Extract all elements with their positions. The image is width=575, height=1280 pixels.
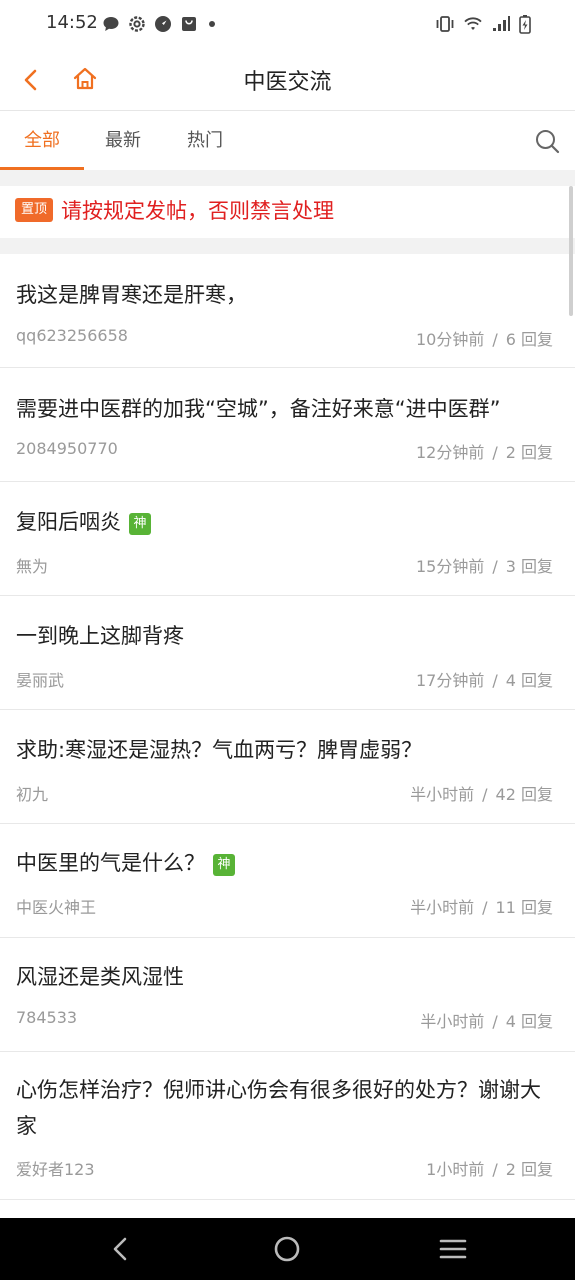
post-author: 晏丽武 — [16, 671, 65, 690]
post-title: 一到晚上这脚背疼 — [16, 624, 184, 648]
section-divider — [0, 170, 575, 186]
post-item[interactable]: 我这是脾胃寒还是肝寒， qq623256658 10分钟前/6 回复 — [0, 254, 575, 368]
pinned-text: 请按规定发帖，否则禁言处理 — [61, 199, 334, 223]
post-replies: 4 回复 — [505, 1012, 553, 1031]
post-meta: 半小时前/42 回复 — [410, 785, 553, 804]
top-app-bar: 中医交流 — [0, 48, 575, 111]
post-time: 半小时前 — [420, 1012, 485, 1031]
tab-bar: 全部 最新 热门 — [0, 111, 575, 170]
shen-badge: 神 — [129, 513, 151, 535]
nav-menu-button[interactable] — [438, 1234, 468, 1264]
compass-icon — [155, 16, 171, 32]
post-author: 中医火神王 — [16, 898, 97, 917]
section-divider — [0, 238, 575, 254]
post-title: 求助:寒湿还是湿热？气血两亏？脾胃虚弱？ — [16, 738, 423, 762]
pinned-notice[interactable]: 置顶 请按规定发帖，否则禁言处理 — [0, 186, 575, 238]
post-title: 风湿还是类风湿性 — [16, 965, 184, 989]
signal-icon — [493, 16, 510, 31]
post-title: 中医里的气是什么？神 — [16, 845, 557, 881]
system-nav-bar — [0, 1218, 575, 1280]
post-time: 15分钟前 — [415, 557, 485, 576]
message-icon — [103, 17, 119, 31]
post-item[interactable]: 复阳后咽炎神 無为 15分钟前/3 回复 — [0, 482, 575, 596]
post-meta: 12分钟前/2 回复 — [415, 443, 553, 462]
tab-latest[interactable]: 最新 — [84, 111, 162, 170]
nav-back-button[interactable] — [106, 1234, 136, 1264]
post-item[interactable]: 需要进中医群的加我“空城”，备注好来意“进中医群” 2084950770 12分… — [0, 368, 575, 482]
chevron-left-icon — [24, 69, 37, 91]
back-triangle-icon — [113, 1237, 127, 1261]
search-icon — [536, 130, 560, 154]
post-meta: 半小时前/11 回复 — [410, 898, 553, 917]
post-title: 复阳后咽炎神 — [16, 504, 557, 540]
post-author: 爱好者123 — [16, 1160, 95, 1179]
battery-charging-icon — [519, 15, 531, 34]
shen-badge: 神 — [213, 854, 235, 876]
post-replies: 11 回复 — [495, 898, 553, 917]
post-time: 半小时前 — [410, 785, 475, 804]
post-meta: 15分钟前/3 回复 — [415, 557, 553, 576]
post-item[interactable]: 一到晚上这脚背疼 晏丽武 17分钟前/4 回复 — [0, 596, 575, 710]
menu-lines-icon — [439, 1239, 467, 1259]
post-item[interactable]: 心伤怎样治疗？倪师讲心伤会有很多很好的处方？谢谢大家 爱好者123 1小时前/2… — [0, 1052, 575, 1200]
status-time: 14:52 — [46, 12, 98, 33]
post-meta: 1小时前/2 回复 — [426, 1160, 553, 1179]
gear-icon — [129, 16, 145, 32]
wifi-icon — [464, 17, 482, 30]
post-item[interactable]: 风湿还是类风湿性 784533 半小时前/4 回复 — [0, 938, 575, 1052]
back-button[interactable] — [14, 63, 48, 97]
status-right-icons — [435, 14, 531, 34]
post-replies: 3 回复 — [505, 557, 553, 576]
home-button[interactable] — [68, 62, 102, 96]
post-replies: 2 回复 — [505, 443, 553, 462]
status-left-icons — [102, 14, 218, 34]
post-author: 初九 — [16, 785, 49, 804]
tab-hot[interactable]: 热门 — [166, 111, 244, 170]
post-title: 我这是脾胃寒还是肝寒， — [16, 283, 247, 307]
post-meta: 半小时前/4 回复 — [420, 1012, 553, 1031]
post-item[interactable]: 中医里的气是什么？神 中医火神王 半小时前/11 回复 — [0, 824, 575, 938]
post-title: 需要进中医群的加我“空城”，备注好来意“进中医群” — [16, 397, 501, 421]
post-replies: 6 回复 — [505, 330, 553, 349]
post-replies: 4 回复 — [505, 671, 553, 690]
post-author: 2084950770 — [16, 439, 118, 458]
search-button[interactable] — [533, 127, 561, 155]
post-time: 12分钟前 — [415, 443, 485, 462]
post-time: 半小时前 — [410, 898, 475, 917]
dot-icon — [209, 21, 215, 27]
tab-all[interactable]: 全部 — [0, 111, 84, 170]
shopping-bag-icon — [182, 17, 196, 31]
post-author: qq623256658 — [16, 326, 128, 345]
post-replies: 2 回复 — [505, 1160, 553, 1179]
scrollbar[interactable] — [569, 186, 573, 316]
nav-home-button[interactable] — [272, 1234, 302, 1264]
post-time: 10分钟前 — [415, 330, 485, 349]
post-meta: 17分钟前/4 回复 — [415, 671, 553, 690]
post-replies: 42 回复 — [495, 785, 553, 804]
vibrate-icon — [436, 16, 454, 32]
home-icon — [73, 67, 97, 90]
post-time: 17分钟前 — [415, 671, 485, 690]
post-author: 784533 — [16, 1008, 78, 1027]
post-meta: 10分钟前/6 回复 — [415, 330, 553, 349]
post-author: 無为 — [16, 557, 49, 576]
pinned-badge: 置顶 — [15, 198, 53, 222]
post-time: 1小时前 — [426, 1160, 485, 1179]
status-bar: 14:52 — [0, 0, 575, 48]
post-item[interactable]: 求助:寒湿还是湿热？气血两亏？脾胃虚弱？ 初九 半小时前/42 回复 — [0, 710, 575, 824]
post-title: 心伤怎样治疗？倪师讲心伤会有很多很好的处方？谢谢大家 — [16, 1078, 541, 1138]
home-circle-icon — [274, 1236, 300, 1262]
